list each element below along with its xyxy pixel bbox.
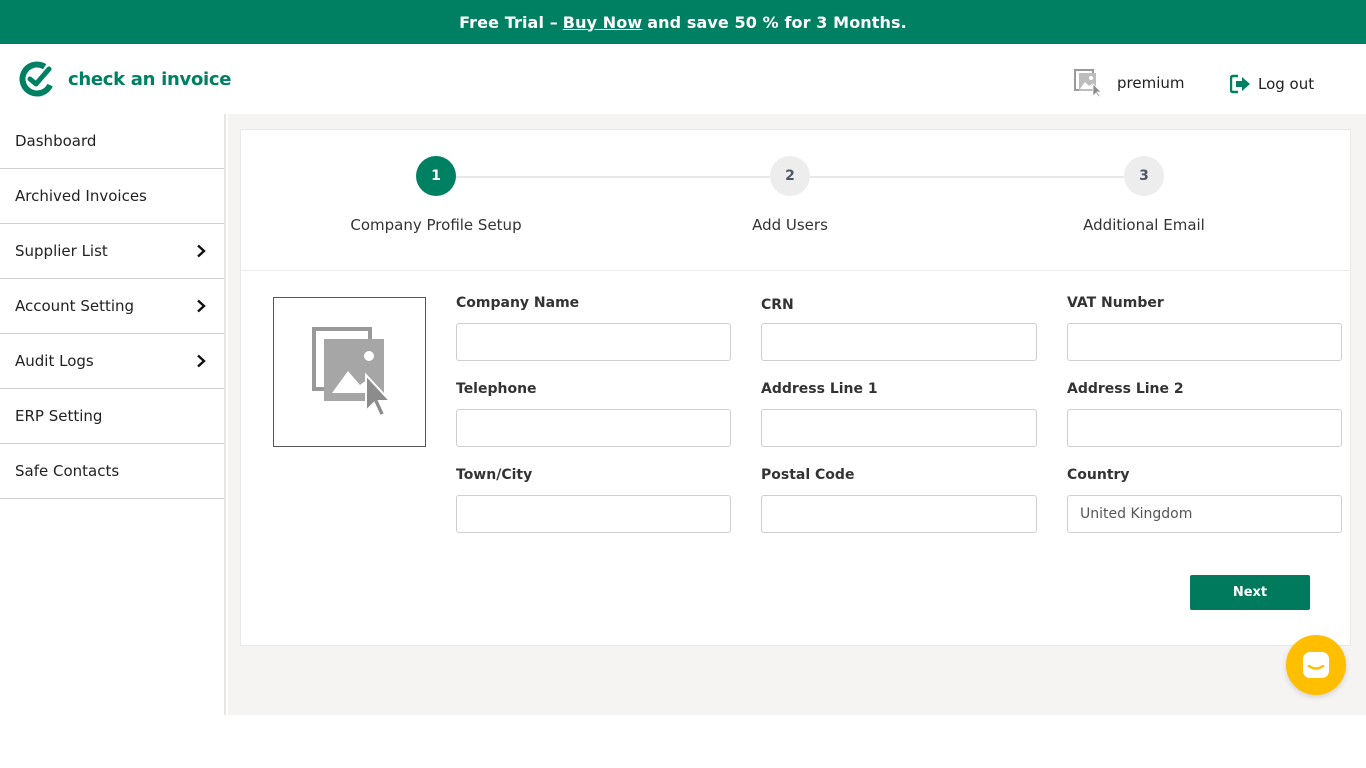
step-3-label: Additional Email	[1083, 216, 1205, 234]
telephone-input[interactable]	[456, 409, 731, 447]
sidebar-item-label: Supplier List	[15, 242, 108, 260]
company-logo-upload[interactable]	[273, 297, 426, 447]
chat-launcher-button[interactable]	[1286, 635, 1346, 695]
brand-logo-icon	[19, 61, 55, 97]
promo-banner: Free Trial – Buy Now and save 50 % for 3…	[0, 0, 1366, 44]
company-name-label: Company Name	[456, 295, 580, 311]
sidebar-nav: Dashboard Archived Invoices Supplier Lis…	[0, 114, 226, 715]
brand-name: check an invoice	[68, 68, 232, 90]
section-divider	[241, 270, 1350, 271]
address-line-1-input[interactable]	[761, 409, 1037, 447]
sidebar-item-label: Dashboard	[15, 132, 97, 150]
chevron-right-icon	[197, 354, 206, 368]
sidebar-item-dashboard[interactable]: Dashboard	[0, 114, 224, 169]
chevron-right-icon	[197, 244, 206, 258]
crn-input[interactable]	[761, 323, 1037, 361]
user-menu[interactable]: premium	[1073, 68, 1185, 98]
address-line-2-label: Address Line 2	[1067, 381, 1184, 397]
step-2-label: Add Users	[752, 216, 828, 234]
crn-label: CRN	[761, 297, 794, 313]
next-button[interactable]: Next	[1190, 575, 1310, 610]
image-placeholder-icon	[1074, 69, 1102, 98]
image-upload-icon	[311, 327, 388, 417]
promo-text-suffix: and save 50 % for 3 Months.	[647, 12, 907, 32]
brand-logo[interactable]: check an invoice	[18, 60, 231, 98]
sidebar-item-label: Audit Logs	[15, 352, 94, 370]
sidebar-item-label: Account Setting	[15, 297, 135, 315]
stepper-connector	[456, 176, 770, 178]
logout-icon	[1230, 74, 1250, 94]
logout-button[interactable]: Log out	[1230, 74, 1314, 94]
step-1-label: Company Profile Setup	[350, 216, 522, 234]
stepper-connector	[810, 176, 1124, 178]
top-header: check an invoice premium Log out	[0, 44, 1366, 114]
step-2-circle[interactable]: 2	[770, 156, 810, 196]
postal-code-input[interactable]	[761, 495, 1037, 533]
country-input[interactable]	[1067, 495, 1342, 533]
chat-icon	[1303, 652, 1329, 678]
chevron-right-icon	[197, 299, 206, 313]
promo-text-prefix: Free Trial –	[459, 12, 558, 32]
sidebar-item-account-setting[interactable]: Account Setting	[0, 279, 224, 334]
logout-label: Log out	[1258, 75, 1315, 93]
sidebar-item-label: Safe Contacts	[15, 462, 120, 480]
postal-code-label: Postal Code	[761, 467, 855, 483]
user-name: premium	[1117, 74, 1185, 92]
vat-number-input[interactable]	[1067, 323, 1342, 361]
sidebar-item-label: Archived Invoices	[15, 187, 147, 205]
address-line-1-label: Address Line 1	[761, 381, 878, 397]
company-name-input[interactable]	[456, 323, 731, 361]
sidebar-item-safe-contacts[interactable]: Safe Contacts	[0, 444, 224, 499]
address-line-2-input[interactable]	[1067, 409, 1342, 447]
step-3-circle[interactable]: 3	[1124, 156, 1164, 196]
telephone-label: Telephone	[456, 381, 537, 397]
vat-number-label: VAT Number	[1067, 295, 1164, 311]
sidebar-item-erp-setting[interactable]: ERP Setting	[0, 389, 224, 444]
sidebar-item-archived-invoices[interactable]: Archived Invoices	[0, 169, 224, 224]
sidebar-item-audit-logs[interactable]: Audit Logs	[0, 334, 224, 389]
town-city-input[interactable]	[456, 495, 731, 533]
step-1-circle[interactable]: 1	[416, 156, 456, 196]
sidebar-item-supplier-list[interactable]: Supplier List	[0, 224, 224, 279]
country-label: Country	[1067, 467, 1130, 483]
company-setup-card: 1 2 3 Company Profile Setup Add Users Ad…	[240, 129, 1351, 646]
sidebar-item-label: ERP Setting	[15, 407, 103, 425]
town-city-label: Town/City	[456, 467, 533, 483]
buy-now-link[interactable]: Buy Now	[563, 13, 642, 32]
